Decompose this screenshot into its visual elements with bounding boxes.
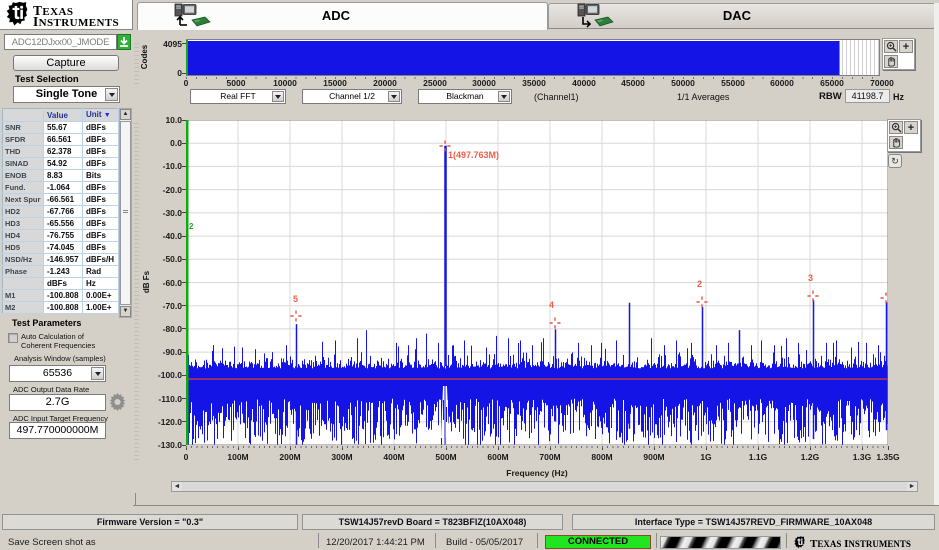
svg-text:3: 3 [808, 273, 813, 283]
svg-text:1(497.763M): 1(497.763M) [448, 150, 499, 160]
svg-text:4: 4 [549, 300, 554, 310]
svg-text:2: 2 [189, 222, 194, 231]
svg-text:5: 5 [293, 294, 298, 304]
svg-text:2: 2 [697, 279, 702, 289]
